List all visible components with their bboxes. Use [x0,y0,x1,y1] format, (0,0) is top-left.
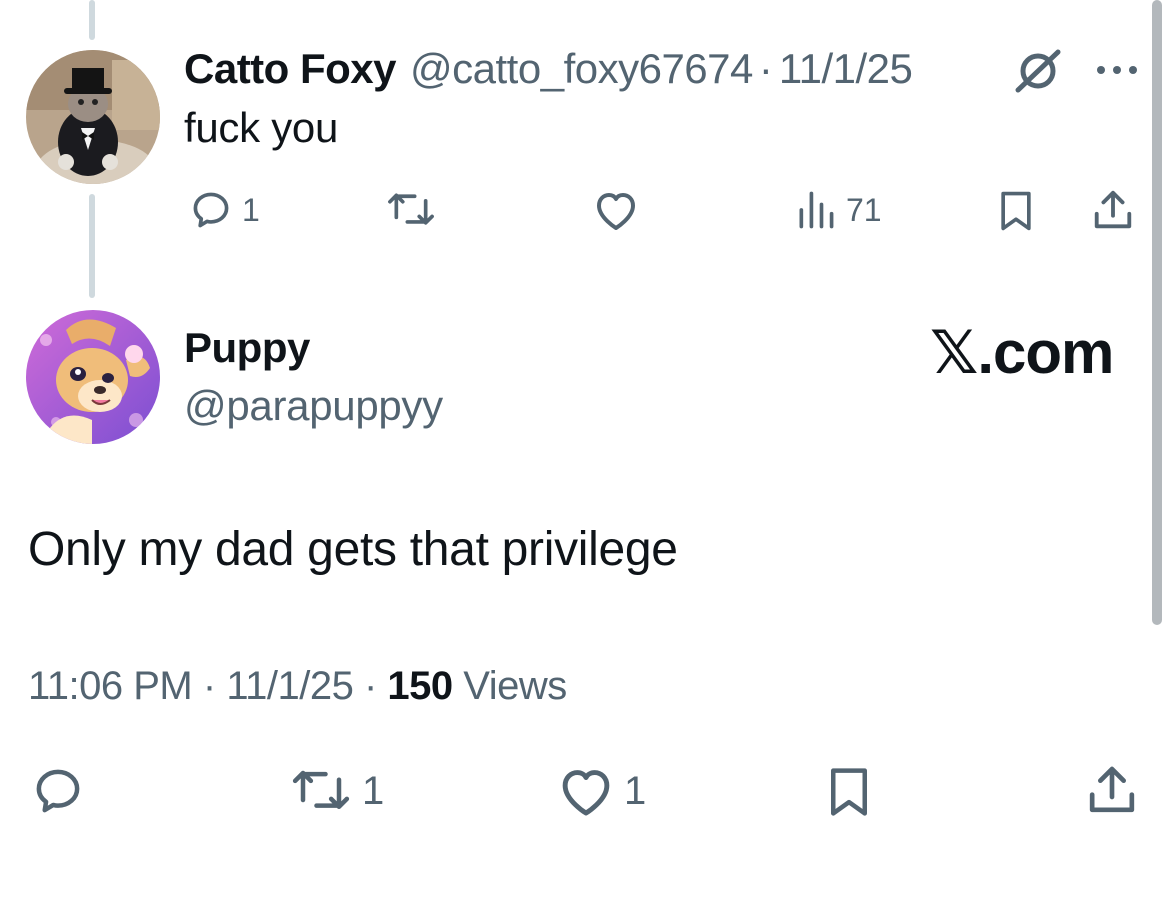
views-count: 150 [387,664,453,708]
more-icon[interactable] [1094,58,1140,82]
repost-icon [388,193,434,225]
main-repost-count: 1 [362,768,385,813]
share-icon [1089,766,1135,813]
views-label: Views [463,664,567,708]
tweet-time[interactable]: 11:06 PM [28,664,193,708]
parent-action-bar: 1 71 [0,180,1170,240]
parent-tweet-header: Catto Foxy @catto_foxy67674 · 11/1/25 [184,44,913,94]
parent-views-button[interactable]: 71 [794,188,882,232]
like-icon [562,770,610,816]
tweet-meta: 11:06 PM · 11/1/25 · 150 Views [28,664,567,709]
main-share-button[interactable] [1084,760,1140,820]
scrollbar[interactable] [1152,0,1162,625]
avatar-catto-foxy[interactable] [26,50,160,184]
repost-icon [292,770,350,809]
main-display-name[interactable]: Puppy [184,324,310,372]
reply-icon [193,192,229,228]
parent-tweet-text: fuck you [184,104,339,151]
main-action-bar: 1 1 [0,756,1170,826]
main-bookmark-button[interactable] [822,762,876,822]
parent-bookmark-button[interactable] [994,188,1038,234]
grok-icon[interactable] [1012,48,1064,94]
like-icon [597,193,635,230]
parent-share-button[interactable] [1090,186,1136,234]
main-repost-button[interactable]: 1 [288,764,384,818]
main-like-button[interactable]: 1 [556,764,646,818]
main-tweet-text: Only my dad gets that privilege [28,523,678,576]
main-handle[interactable]: @parapuppyy [184,382,443,430]
bookmark-icon [831,768,867,816]
parent-reply-count: 1 [242,191,260,228]
parent-reply-button[interactable]: 1 [188,188,260,232]
parent-handle[interactable]: @catto_foxy67674 [410,45,753,93]
share-icon [1094,190,1132,229]
main-reply-button[interactable] [30,764,94,818]
tweet-date[interactable]: 11/1/25 [226,664,354,708]
main-like-count: 1 [624,768,647,813]
parent-views-count: 71 [846,191,882,228]
thread-line-top [89,0,95,40]
avatar-puppy[interactable] [26,310,160,444]
meta-separator-1: · [202,664,216,708]
parent-date[interactable]: 11/1/25 [779,45,913,93]
parent-repost-button[interactable] [384,188,446,232]
parent-like-button[interactable] [592,188,648,232]
header-separator: · [758,45,773,92]
bookmark-icon [1001,191,1031,231]
meta-separator-2: · [363,664,377,708]
x-com-watermark: 𝕏.com [930,319,1114,386]
parent-display-name[interactable]: Catto Foxy [184,45,397,93]
views-icon [799,191,834,229]
reply-icon [36,769,80,813]
